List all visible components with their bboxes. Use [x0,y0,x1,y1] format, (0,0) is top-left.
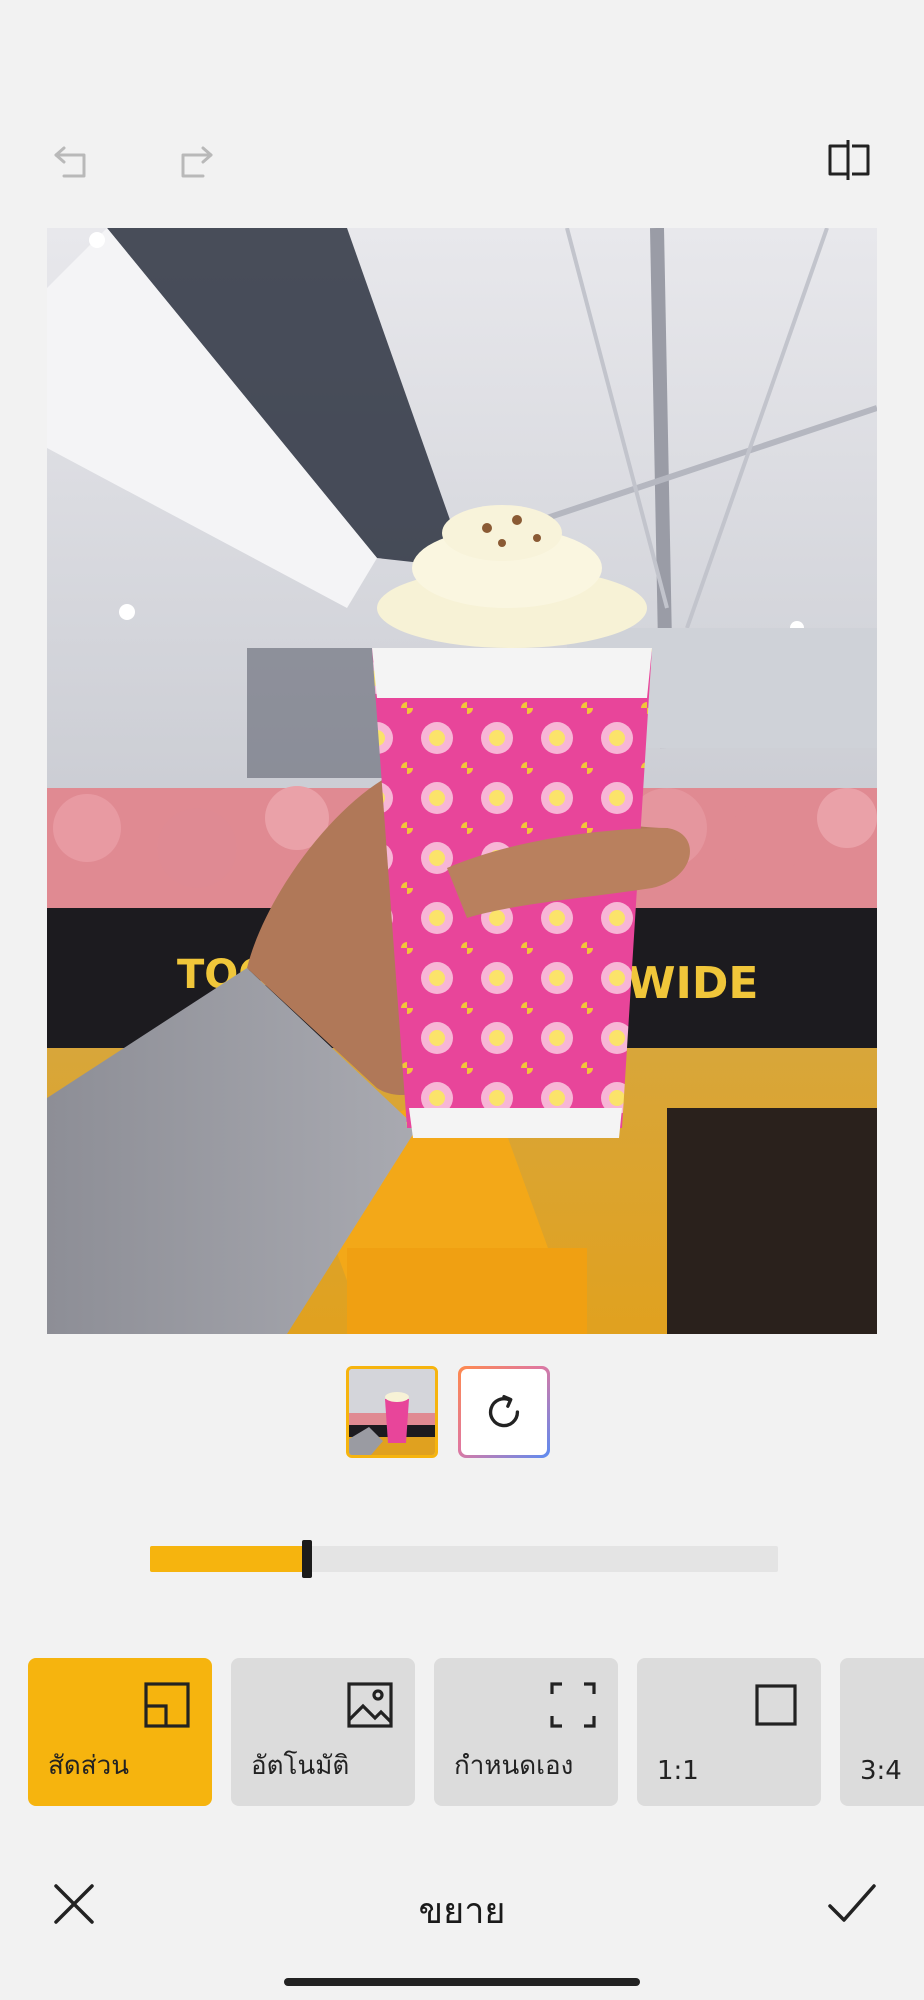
thumbnail-strip [346,1366,550,1458]
ratio-option-label: 1:1 [657,1756,699,1786]
photo-thumbnail[interactable] [346,1366,438,1458]
compare-split-icon [828,140,870,180]
rotate-button[interactable] [458,1366,550,1458]
photo-image: TOO WIDE [47,228,877,1334]
rotate-icon [488,1394,520,1428]
slider-fill [150,1546,307,1572]
ratio-option-4[interactable]: 1:1 [637,1658,821,1806]
compare-button[interactable] [820,130,880,190]
home-indicator[interactable] [284,1978,640,1986]
aspect-ratio-icon [144,1682,190,1728]
ratio-option-label: สัดส่วน [48,1751,129,1781]
ratio-option-2[interactable]: อัตโนมัติ [231,1658,415,1806]
photo-preview[interactable]: TOO WIDE [47,228,877,1334]
ratio-option-label: อัตโนมัติ [251,1751,350,1781]
mode-title: ขยาย [418,1891,506,1932]
aspect-ratio-options: สัดส่วน อัตโนมัติ กำหนดเอง 1:1 3:4 [0,1658,924,1806]
photo-thumbnail-image [349,1369,435,1455]
neon-sign-right: WIDE [627,958,758,1009]
undo-icon [54,146,86,178]
ratio-option-1[interactable]: สัดส่วน [28,1658,212,1806]
square-icon [755,1684,797,1726]
redo-icon [181,146,213,178]
image-auto-icon [347,1682,393,1728]
ratio-option-5[interactable]: 3:4 [840,1658,924,1806]
expand-slider[interactable] [150,1540,778,1578]
ratio-option-3[interactable]: กำหนดเอง [434,1658,618,1806]
confirm-button[interactable] [820,1874,884,1934]
redo-button[interactable] [163,130,223,190]
rotate-button-inner [461,1369,547,1455]
bottom-bar: ขยาย [0,1860,924,1960]
slider-handle[interactable] [302,1540,312,1578]
check-icon [828,1884,876,1922]
ratio-option-label: กำหนดเอง [454,1751,574,1781]
ratio-option-label: 3:4 [860,1756,902,1786]
top-toolbar [0,0,924,230]
undo-button[interactable] [44,130,104,190]
freeform-crop-icon [550,1682,596,1728]
